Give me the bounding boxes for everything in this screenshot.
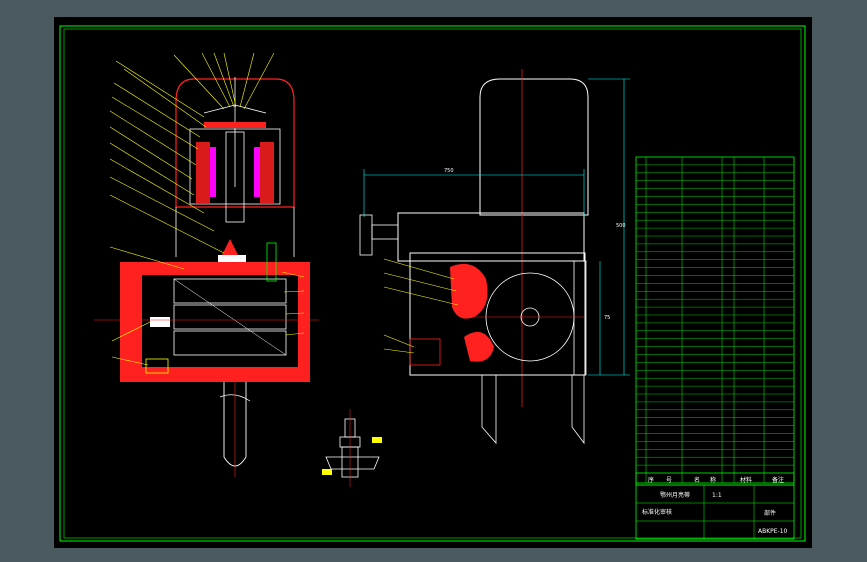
scale: 1:1 [712, 492, 722, 499]
hdr-5: 材料 [740, 476, 752, 484]
drawing-name: 鄂州月亮蒂 [660, 491, 690, 499]
section-view [94, 52, 319, 477]
parts-table [635, 156, 795, 484]
hdr-3: 名 [694, 476, 700, 484]
hdr-6: 备注 [772, 476, 784, 484]
hdr-2: 号 [666, 477, 672, 484]
elevation-view: 750 500 75 [359, 69, 630, 445]
dim-height: 500 [616, 223, 626, 229]
hdr-1: 序 [648, 476, 654, 484]
drawing-viewport[interactable]: 750 500 75 序 号 名 称 材料 备注 鄂州月亮蒂 标准化审核 1:1… [54, 17, 812, 548]
sheet-code: ABKPE-10 [758, 528, 788, 535]
dim-side: 75 [604, 315, 610, 321]
part-label: 部件 [764, 509, 776, 517]
detail-view [322, 409, 382, 487]
hdr-4: 称 [710, 476, 716, 484]
hint-line: 标准化审核 [642, 508, 672, 516]
dim-width: 750 [444, 168, 454, 174]
cad-drawing: 750 500 75 序 号 名 称 材料 备注 鄂州月亮蒂 标准化审核 1:1… [59, 25, 806, 542]
title-block: 鄂州月亮蒂 标准化审核 1:1 部件 ABKPE-10 [635, 484, 795, 540]
